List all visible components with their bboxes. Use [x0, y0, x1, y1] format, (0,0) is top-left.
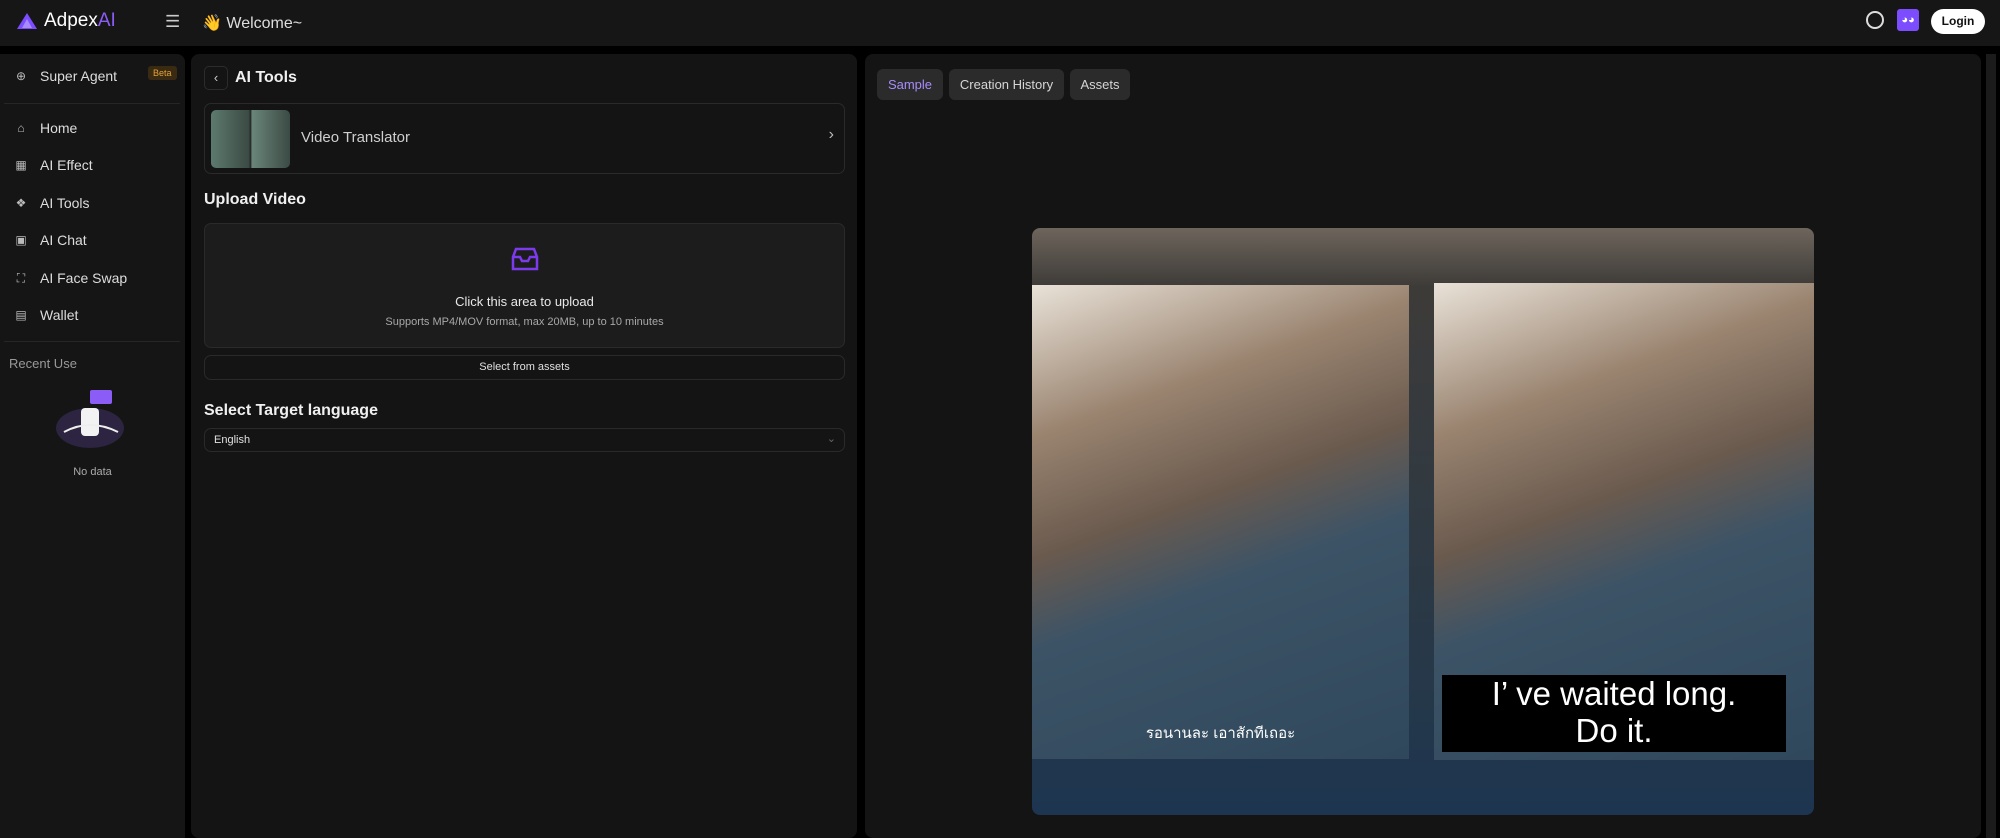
translated-subtitle: I’ ve waited long. Do it. — [1442, 675, 1786, 752]
tab-creation-history[interactable]: Creation History — [949, 69, 1064, 100]
sample-video[interactable]: รอนานละ เอาสักทีเถอะ I’ ve waited long. … — [1032, 228, 1814, 815]
subtitle-line-1: I’ ve waited long. — [1491, 675, 1737, 712]
top-header: AdpexAI ☰ 👋 Welcome~ ◕◕ Login — [0, 0, 2000, 46]
back-button[interactable]: ‹ — [204, 66, 228, 90]
tools-icon: ❖ — [15, 196, 27, 210]
welcome-text: 👋 Welcome~ — [202, 13, 302, 33]
no-data-text: No data — [73, 466, 112, 478]
upload-prompt: Click this area to upload — [455, 294, 594, 309]
home-icon: ⌂ — [17, 121, 25, 135]
sidebar-item-label: AI Chat — [40, 232, 87, 248]
chevron-left-icon: ‹ — [213, 70, 219, 85]
logo[interactable]: AdpexAI — [16, 10, 116, 32]
sidebar-item-label: AI Face Swap — [40, 270, 128, 286]
original-subtitle: รอนานละ เอาสักทีเถอะ — [1145, 725, 1296, 742]
sidebar-item-ai-tools[interactable]: ❖ AI Tools — [14, 195, 90, 211]
inbox-icon — [511, 247, 539, 271]
target-language-select[interactable]: English ⌄ — [204, 428, 845, 452]
plus-circle-icon: ⊕ — [15, 69, 27, 83]
chevron-down-icon: ⌄ — [826, 433, 836, 445]
wave-icon: 👋 — [202, 15, 222, 32]
sidebar-item-ai-chat[interactable]: ▣ AI Chat — [14, 232, 87, 248]
translated-video-frame: I’ ve waited long. Do it. — [1434, 283, 1814, 760]
tool-thumbnail — [211, 110, 290, 168]
selected-language: English — [214, 434, 251, 446]
tab-sample[interactable]: Sample — [877, 69, 943, 100]
welcome-label: Welcome~ — [226, 15, 303, 32]
upload-hint: Supports MP4/MOV format, max 20MB, up to… — [385, 316, 664, 328]
upload-dropzone[interactable]: Click this area to upload Supports MP4/M… — [204, 223, 845, 348]
chat-icon: ▣ — [15, 233, 27, 247]
grid-icon: ▦ — [15, 158, 27, 172]
logo-icon — [17, 13, 37, 29]
scrollbar[interactable] — [1986, 54, 1996, 838]
wallet-icon: ▤ — [15, 308, 27, 322]
chevron-right-icon: › — [828, 126, 834, 143]
tab-assets[interactable]: Assets — [1070, 69, 1130, 100]
face-scan-icon: ⛶ — [16, 270, 26, 285]
select-from-assets-button[interactable]: Select from assets — [204, 355, 845, 380]
empty-illustration — [56, 390, 124, 448]
upload-heading: Upload Video — [204, 191, 306, 208]
sidebar-item-ai-effect[interactable]: ▦ AI Effect — [14, 157, 93, 173]
subtitle-line-2: Do it. — [1575, 712, 1653, 749]
logo-ai: AI — [97, 10, 116, 31]
language-heading: Select Target language — [204, 402, 378, 419]
page-title: AI Tools — [235, 69, 297, 86]
login-button[interactable]: Login — [1931, 9, 1985, 34]
sidebar-item-ai-face-swap[interactable]: ⛶ AI Face Swap — [14, 270, 127, 286]
logo-text: Adpex — [44, 10, 98, 31]
divider — [4, 103, 180, 104]
sidebar-item-label: AI Effect — [40, 157, 93, 173]
language-globe-icon[interactable] — [1866, 11, 1884, 29]
discord-icon[interactable]: ◕◕ — [1897, 9, 1919, 31]
sidebar-item-wallet[interactable]: ▤ Wallet — [14, 307, 78, 323]
beta-badge: Beta — [148, 66, 177, 80]
tool-name: Video Translator — [301, 129, 410, 146]
divider — [4, 341, 180, 342]
sidebar-item-label: Wallet — [40, 307, 79, 323]
sidebar-item-label: Home — [40, 120, 78, 136]
sidebar-item-label: AI Tools — [40, 195, 90, 211]
recent-use-heading: Recent Use — [9, 356, 77, 371]
tool-selector-card[interactable]: Video Translator › — [204, 103, 845, 174]
sidebar-item-home[interactable]: ⌂ Home — [14, 120, 77, 136]
sidebar-item-super-agent[interactable]: ⊕ Super Agent — [14, 68, 117, 84]
menu-toggle-icon[interactable]: ☰ — [165, 12, 180, 32]
sidebar-item-label: Super Agent — [40, 68, 118, 84]
original-video-frame: รอนานละ เอาสักทีเถอะ — [1032, 285, 1409, 759]
